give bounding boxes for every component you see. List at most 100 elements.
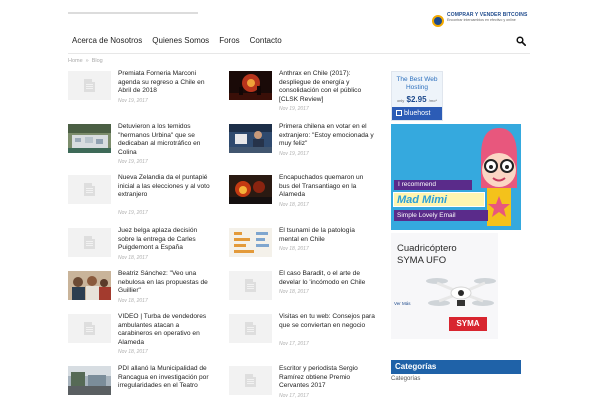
madmimi-name: Mad Mimi bbox=[393, 192, 485, 207]
bitcoin-ad-subtitle: Encontrar intercambios en efectivo y onl… bbox=[447, 18, 516, 22]
photo-table-image bbox=[68, 124, 111, 153]
categories-select[interactable]: Categorías bbox=[391, 376, 420, 382]
bluehost-ad[interactable]: The Best Web Hosting only $2.95 /mo* blu… bbox=[391, 71, 443, 121]
search-button[interactable] bbox=[516, 33, 530, 47]
main-nav: Acerca de Nosotros Quienes Somos Foros C… bbox=[68, 33, 530, 47]
document-placeholder-icon bbox=[84, 183, 95, 196]
syma-ver-mas-link[interactable]: Ver Más bbox=[394, 301, 411, 306]
bluehost-grid-icon bbox=[396, 109, 402, 116]
syma-ad-title-line1: Cuadricóptero bbox=[397, 243, 457, 254]
bluehost-price-prefix: only bbox=[396, 98, 405, 103]
article-item: El caso Baradit, o el arte de develar lo… bbox=[229, 270, 375, 310]
photo-concert-image bbox=[229, 71, 272, 100]
article-title[interactable]: Visitas en tu web: Consejos para que se … bbox=[279, 313, 375, 330]
nav-contacto[interactable]: Contacto bbox=[250, 36, 282, 45]
article-title[interactable]: VIDEO | Turba de vendedores ambulantes a… bbox=[118, 313, 214, 347]
article-thumbnail[interactable] bbox=[229, 271, 272, 300]
article-title[interactable]: El tsunami de la patología mental en Chi… bbox=[279, 227, 375, 244]
article-thumbnail[interactable] bbox=[229, 366, 272, 395]
article-item: Anthrax en Chile (2017): despliegue de e… bbox=[229, 70, 375, 112]
categories-widget-title: Categorías bbox=[391, 360, 521, 374]
site-logo-placeholder[interactable] bbox=[68, 12, 198, 14]
article-title[interactable]: Anthrax en Chile (2017): despliegue de e… bbox=[279, 70, 375, 104]
document-placeholder-icon bbox=[84, 236, 95, 249]
article-thumbnail[interactable] bbox=[68, 314, 111, 343]
article-item: Beatriz Sánchez: "Veo una nebulosa en la… bbox=[68, 270, 214, 310]
article-item: El tsunami de la patología mental en Chi… bbox=[229, 227, 375, 267]
article-item: Visitas en tu web: Consejos para que se … bbox=[229, 313, 375, 353]
syma-drone-ad[interactable]: Cuadricóptero SYMA UFO Ver Más SYMA bbox=[391, 233, 498, 339]
article-thumbnail[interactable] bbox=[68, 175, 111, 204]
article-thumbnail[interactable] bbox=[68, 71, 111, 100]
article-thumbnail[interactable] bbox=[229, 314, 272, 343]
article-thumbnail[interactable] bbox=[229, 71, 272, 100]
syma-logo: SYMA bbox=[449, 317, 487, 331]
article-date: Nov 19, 2017 bbox=[279, 151, 309, 157]
bitcoin-header-ad[interactable]: COMPRAR Y VENDER BITCOINS Encontrar inte… bbox=[432, 12, 544, 34]
article-date: Nov 18, 2017 bbox=[118, 298, 148, 304]
bluehost-brand-bar: bluehost bbox=[392, 107, 442, 120]
article-date: Nov 18, 2017 bbox=[279, 246, 309, 252]
article-date: Nov 17, 2017 bbox=[279, 393, 309, 399]
article-title[interactable]: Primera chilena en votar en el extranjer… bbox=[279, 123, 375, 149]
breadcrumb-home[interactable]: Home bbox=[68, 58, 83, 64]
breadcrumb-current: Blog bbox=[91, 58, 103, 64]
article-date: Nov 19, 2017 bbox=[118, 210, 148, 216]
photo-chart-image bbox=[229, 228, 272, 257]
article-item: Encapuchados quemaron un bus del Transan… bbox=[229, 174, 375, 214]
article-date: Nov 17, 2017 bbox=[279, 341, 309, 347]
photo-people-image bbox=[68, 271, 111, 300]
bluehost-ad-title: The Best Web Hosting bbox=[396, 76, 438, 91]
search-icon bbox=[516, 36, 527, 47]
article-title[interactable]: Encapuchados quemaron un bus del Transan… bbox=[279, 174, 375, 200]
article-title[interactable]: Escritor y periodista Sergio Ramírez obt… bbox=[279, 365, 375, 391]
article-date: Nov 18, 2017 bbox=[118, 255, 148, 261]
syma-ad-title-line2: SYMA UFO bbox=[397, 255, 447, 266]
nav-foros[interactable]: Foros bbox=[219, 36, 239, 45]
nav-acerca[interactable]: Acerca de Nosotros bbox=[72, 36, 142, 45]
article-thumbnail[interactable] bbox=[229, 124, 272, 153]
bluehost-brand: bluehost bbox=[404, 110, 431, 117]
nav-quienes-somos[interactable]: Quienes Somos bbox=[152, 36, 209, 45]
article-thumbnail[interactable] bbox=[68, 228, 111, 257]
article-item: Juez belga aplaza decisión sobre la entr… bbox=[68, 227, 214, 267]
article-item: VIDEO | Turba de vendedores ambulantes a… bbox=[68, 313, 214, 355]
article-item: Nueva Zelandia da el puntapié inicial a … bbox=[68, 174, 214, 216]
document-placeholder-icon bbox=[245, 374, 256, 387]
bluehost-price-suffix: /mo* bbox=[428, 98, 438, 103]
article-thumbnail[interactable] bbox=[229, 175, 272, 204]
drone-image bbox=[426, 278, 496, 306]
article-title[interactable]: PDI allanó la Municipalidad de Rancagua … bbox=[118, 365, 214, 391]
article-title[interactable]: Premiata Forneria Marconi agenda su regr… bbox=[118, 70, 214, 96]
article-date: Nov 18, 2017 bbox=[118, 349, 148, 355]
article-thumbnail[interactable] bbox=[68, 366, 111, 395]
article-date: Nov 18, 2017 bbox=[279, 202, 309, 208]
syma-ad-title: Cuadricóptero SYMA UFO bbox=[397, 243, 457, 267]
photo-street-image bbox=[68, 366, 111, 395]
article-thumbnail[interactable] bbox=[229, 228, 272, 257]
article-title[interactable]: Beatriz Sánchez: "Veo una nebulosa en la… bbox=[118, 270, 214, 296]
bluehost-price: $2.95 bbox=[406, 95, 427, 104]
article-thumbnail[interactable] bbox=[68, 124, 111, 153]
article-thumbnail[interactable] bbox=[68, 271, 111, 300]
article-date: Nov 19, 2017 bbox=[279, 106, 309, 112]
document-placeholder-icon bbox=[84, 79, 95, 92]
article-title[interactable]: Juez belga aplaza decisión sobre la entr… bbox=[118, 227, 214, 253]
article-title[interactable]: El caso Baradit, o el arte de develar lo… bbox=[279, 270, 375, 287]
breadcrumb-separator: » bbox=[85, 58, 89, 64]
article-item: Escritor y periodista Sergio Ramírez obt… bbox=[229, 365, 375, 400]
madmimi-recommend: I recommend bbox=[394, 180, 472, 190]
article-item: Primera chilena en votar en el extranjer… bbox=[229, 123, 375, 163]
breadcrumb: Home » Blog bbox=[68, 58, 103, 64]
article-title[interactable]: Detuvieron a los temidos "hermanos Urbin… bbox=[118, 123, 214, 157]
document-placeholder-icon bbox=[84, 322, 95, 335]
nav-divider bbox=[68, 53, 530, 54]
article-date: Nov 19, 2017 bbox=[118, 98, 148, 104]
photo-fire-image bbox=[229, 175, 272, 204]
article-title[interactable]: Nueva Zelandia da el puntapié inicial a … bbox=[118, 174, 214, 200]
site-header: COMPRAR Y VENDER BITCOINS Encontrar inte… bbox=[0, 0, 600, 58]
madmimi-ad[interactable]: I recommend Mad Mimi Simple Lovely Email bbox=[391, 124, 521, 230]
bitcoin-logo-icon bbox=[432, 15, 444, 27]
document-placeholder-icon bbox=[245, 322, 256, 335]
article-item: Detuvieron a los temidos "hermanos Urbin… bbox=[68, 123, 214, 165]
